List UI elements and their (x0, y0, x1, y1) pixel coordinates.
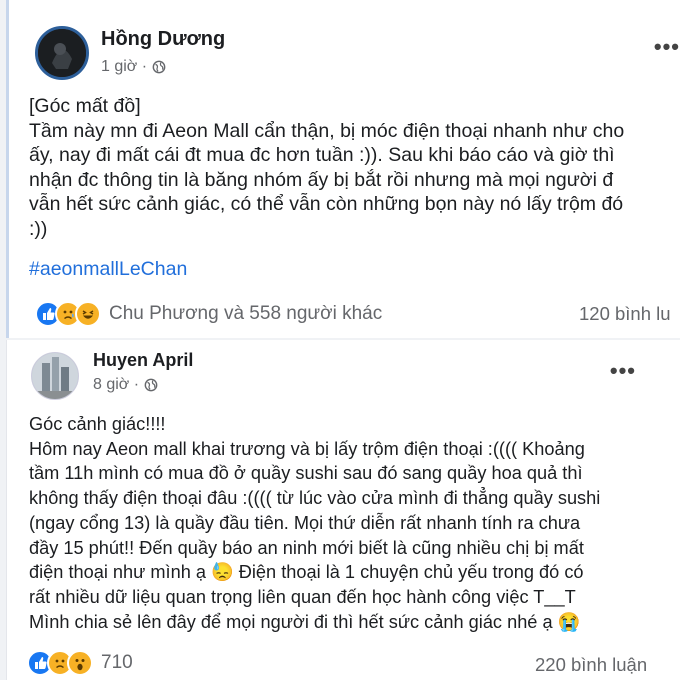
author-name[interactable]: Huyen April (93, 350, 193, 371)
wow-reaction-icon (67, 650, 93, 676)
globe-icon (144, 378, 158, 392)
more-options-icon[interactable]: ••• (654, 34, 680, 60)
reaction-summary[interactable]: 710 (27, 650, 133, 676)
post-card: Huyen April 8 giờ · ••• Góc cảnh giác!!!… (6, 340, 680, 680)
avatar[interactable] (35, 26, 89, 80)
post-meta: 1 giờ · (101, 58, 166, 76)
comment-count[interactable]: 220 bình luận (535, 654, 647, 676)
avatar[interactable] (31, 352, 79, 400)
reaction-count[interactable]: 710 (101, 652, 133, 674)
post-time[interactable]: 1 giờ · (101, 58, 147, 76)
post-text: [Góc mất đồ] Tầm này mn đi Aeon Mall cẩn… (29, 95, 625, 240)
post-card: Hồng Dương 1 giờ · ••• [Góc mất đồ] Tầm … (6, 0, 680, 338)
author-name[interactable]: Hồng Dương (101, 28, 225, 51)
reaction-summary[interactable]: Chu Phương và 558 người khác (35, 301, 382, 327)
post-meta: 8 giờ · (93, 376, 158, 394)
post-time[interactable]: 8 giờ · (93, 376, 139, 394)
more-options-icon[interactable]: ••• (610, 358, 636, 384)
post-text: Góc cảnh giác!!!! Hôm nay Aeon mall khai… (29, 414, 601, 632)
globe-icon (152, 60, 166, 74)
reaction-count[interactable]: Chu Phương và 558 người khác (109, 303, 382, 325)
comment-count[interactable]: 120 bình lu (579, 303, 671, 325)
haha-reaction-icon (75, 301, 101, 327)
hashtag-link[interactable]: #aeonmallLeChan (29, 258, 187, 281)
